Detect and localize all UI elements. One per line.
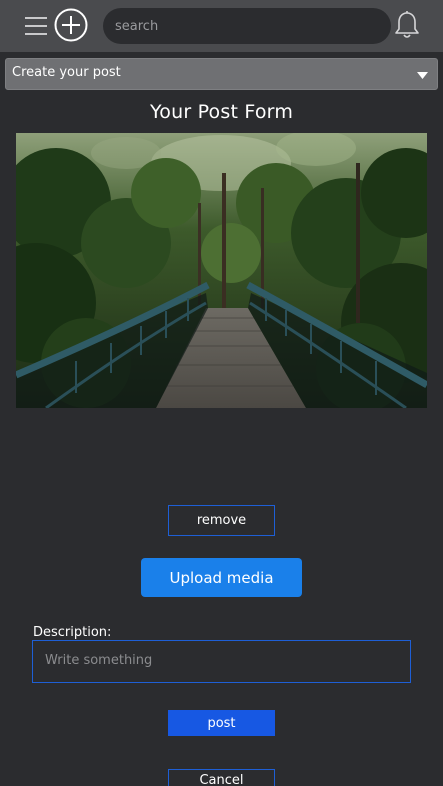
upload-media-button[interactable]: Upload media bbox=[141, 558, 302, 597]
search-input[interactable] bbox=[103, 8, 391, 44]
bell-icon[interactable] bbox=[394, 10, 420, 40]
description-field[interactable] bbox=[32, 640, 411, 683]
page-title: Your Post Form bbox=[149, 101, 294, 123]
post-type-select[interactable]: Create your post bbox=[5, 58, 438, 90]
cancel-button[interactable]: Cancel bbox=[168, 769, 275, 786]
post-type-selected-value: Create your post bbox=[12, 65, 121, 80]
remove-media-button[interactable]: remove bbox=[168, 505, 275, 536]
post-button[interactable]: post bbox=[168, 710, 275, 736]
search-bar bbox=[103, 8, 391, 44]
post-form-page: Create your post Your Post Form bbox=[0, 0, 443, 786]
description-label: Description: bbox=[33, 625, 112, 640]
plus-circle-icon[interactable] bbox=[54, 8, 88, 42]
post-image-preview bbox=[16, 133, 427, 408]
top-bar bbox=[0, 0, 443, 52]
hamburger-menu-icon[interactable] bbox=[24, 14, 48, 38]
chevron-down-icon bbox=[417, 72, 428, 79]
